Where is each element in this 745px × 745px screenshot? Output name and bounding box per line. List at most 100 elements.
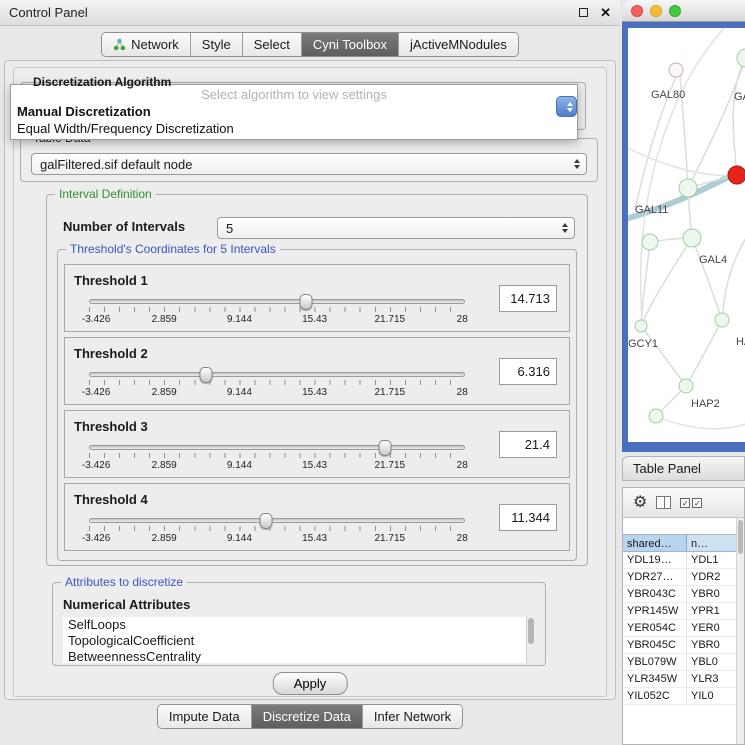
threshold-label: Threshold 1 xyxy=(74,273,148,288)
table-row[interactable]: YBR043C YBR0 xyxy=(623,586,736,603)
tab-network[interactable]: Network xyxy=(102,33,190,56)
close-traffic-light-icon[interactable] xyxy=(631,5,643,17)
tab-jactivemnodules[interactable]: jActiveMNodules xyxy=(398,33,518,56)
table-row[interactable]: YIL052C YIL0 xyxy=(623,688,736,705)
table-row[interactable]: YBR045C YBR0 xyxy=(623,637,736,654)
network-node[interactable] xyxy=(728,166,745,184)
slider-track[interactable] xyxy=(89,299,465,304)
network-node[interactable] xyxy=(679,379,693,393)
minimize-traffic-light-icon[interactable] xyxy=(650,5,662,17)
network-node[interactable] xyxy=(669,63,683,77)
updown-arrows-icon xyxy=(567,102,573,112)
threshold-slider[interactable]: -3.4262.8599.14415.4321.71528 xyxy=(89,299,465,329)
network-canvas[interactable]: GAL80GAGAL11GAL4GCY1HAHAP2 xyxy=(628,28,745,442)
network-node[interactable] xyxy=(679,179,697,197)
table-row[interactable]: YBL079W YBL0 xyxy=(623,654,736,671)
slider-ticks xyxy=(89,307,465,312)
network-edge[interactable] xyxy=(656,416,745,429)
table-rows: YDL19… YDL1 YDR27… YDR2 YBR043C YBR0 YPR… xyxy=(623,552,736,705)
network-edge[interactable] xyxy=(692,238,722,320)
tab-label: Impute Data xyxy=(169,709,240,724)
table-cell-shared-name: YDR27… xyxy=(623,569,687,585)
tab-label: Network xyxy=(131,37,179,52)
threshold-slider[interactable]: -3.4262.8599.14415.4321.71528 xyxy=(89,518,465,548)
tab-discretize-data[interactable]: Discretize Data xyxy=(251,705,362,728)
attribute-item[interactable]: SelfLoops xyxy=(63,617,535,633)
slider-track[interactable] xyxy=(89,372,465,377)
number-of-intervals-select[interactable]: 5 xyxy=(217,217,575,239)
algorithm-option[interactable]: Equal Width/Frequency Discretization xyxy=(11,120,577,137)
threshold-value-field[interactable]: 6.316 xyxy=(499,358,557,385)
network-node-label: HA xyxy=(736,336,745,348)
close-icon[interactable]: ✕ xyxy=(600,8,611,18)
threshold-value-field[interactable]: 14.713 xyxy=(499,285,557,312)
table-cell-shared-name: YLR345W xyxy=(623,671,687,687)
network-node[interactable] xyxy=(635,320,647,332)
table-data-select[interactable]: galFiltered.sif default node xyxy=(31,153,587,175)
network-edge[interactable] xyxy=(686,320,722,386)
threshold-slider[interactable]: -3.4262.8599.14415.4321.71528 xyxy=(89,372,465,402)
column-header-shared-name[interactable]: shared… xyxy=(623,535,687,551)
network-node[interactable] xyxy=(683,229,701,247)
algorithm-combo-arrows[interactable] xyxy=(556,96,577,117)
interval-definition-group: Interval Definition Number of Intervals … xyxy=(46,194,588,566)
apply-button[interactable]: Apply xyxy=(273,672,348,695)
tab-label: Infer Network xyxy=(374,709,451,724)
slider-track[interactable] xyxy=(89,518,465,523)
table-cell-shared-name: YDL19… xyxy=(623,552,687,568)
network-edge[interactable] xyxy=(641,242,650,326)
threshold-slider[interactable]: -3.4262.8599.14415.4321.71528 xyxy=(89,445,465,475)
attribute-item[interactable]: BetweennessCentrality xyxy=(63,649,535,663)
network-node[interactable] xyxy=(649,409,663,423)
scrollbar-thumb[interactable] xyxy=(738,520,743,554)
attribute-item[interactable]: TopologicalCoefficient xyxy=(63,633,535,649)
number-of-intervals-value: 5 xyxy=(226,221,556,236)
column-header-name[interactable]: n… xyxy=(687,535,736,551)
gear-icon[interactable]: ⚙ xyxy=(633,495,647,511)
table-cell-name: YBL0 xyxy=(687,654,736,670)
table-cell-shared-name: YBR043C xyxy=(623,586,687,602)
network-node[interactable] xyxy=(737,49,745,67)
algorithm-option[interactable]: Manual Discretization xyxy=(11,103,577,120)
tab-select[interactable]: Select xyxy=(242,33,301,56)
threshold-value-field[interactable]: 11.344 xyxy=(499,504,557,531)
control-panel-title: Control Panel xyxy=(9,5,88,20)
table-scrollbar[interactable] xyxy=(736,518,744,744)
threshold-label: Threshold 4 xyxy=(74,492,148,507)
table-panel-header[interactable]: Table Panel xyxy=(622,456,745,481)
table-row[interactable]: YPR145W YPR1 xyxy=(623,603,736,620)
network-edge[interactable] xyxy=(641,326,686,386)
tab-label: Cyni Toolbox xyxy=(313,37,387,52)
table-row[interactable]: YER054C YER0 xyxy=(623,620,736,637)
threshold-label: Threshold 2 xyxy=(74,346,148,361)
select-columns-icons[interactable] xyxy=(680,498,702,508)
float-window-icon[interactable] xyxy=(579,8,588,17)
tab-style[interactable]: Style xyxy=(190,33,242,56)
tab-infer-network[interactable]: Infer Network xyxy=(362,705,462,728)
discretization-algorithm-group-title: Discretization Algorithm xyxy=(29,75,175,89)
attributes-scrollbar[interactable] xyxy=(526,617,535,663)
columns-icon[interactable] xyxy=(656,496,671,509)
threshold-panel: Threshold 3 -3.4262.8599.14415.4321.7152… xyxy=(64,410,570,478)
network-edge[interactable] xyxy=(733,58,745,175)
checkbox-icon[interactable] xyxy=(680,498,690,508)
network-node[interactable] xyxy=(642,234,658,250)
table-row[interactable]: YLR345W YLR3 xyxy=(623,671,736,688)
tab-impute-data[interactable]: Impute Data xyxy=(158,705,251,728)
scrollbar-thumb[interactable] xyxy=(528,618,534,644)
slider-track[interactable] xyxy=(89,445,465,450)
table-row[interactable]: YDR27… YDR2 xyxy=(623,569,736,586)
table-row[interactable]: YDL19… YDL1 xyxy=(623,552,736,569)
top-tab-row: Network Style Select Cyni Toolbox jActiv… xyxy=(0,32,620,57)
threshold-value-field[interactable]: 21.4 xyxy=(499,431,557,458)
tab-cyni-toolbox[interactable]: Cyni Toolbox xyxy=(301,33,398,56)
algorithm-dropdown-popup: Select algorithm to view settings Manual… xyxy=(10,84,578,140)
network-node[interactable] xyxy=(715,313,729,327)
table-cell-name: YBR0 xyxy=(687,586,736,602)
table-cell-name: YPR1 xyxy=(687,603,736,619)
zoom-traffic-light-icon[interactable] xyxy=(669,5,681,17)
threshold-panel: Threshold 1 -3.4262.8599.14415.4321.7152… xyxy=(64,264,570,332)
numerical-attributes-list[interactable]: SelfLoopsTopologicalCoefficientBetweenne… xyxy=(63,617,535,663)
network-edge[interactable] xyxy=(722,238,745,320)
checkbox-icon[interactable] xyxy=(692,498,702,508)
